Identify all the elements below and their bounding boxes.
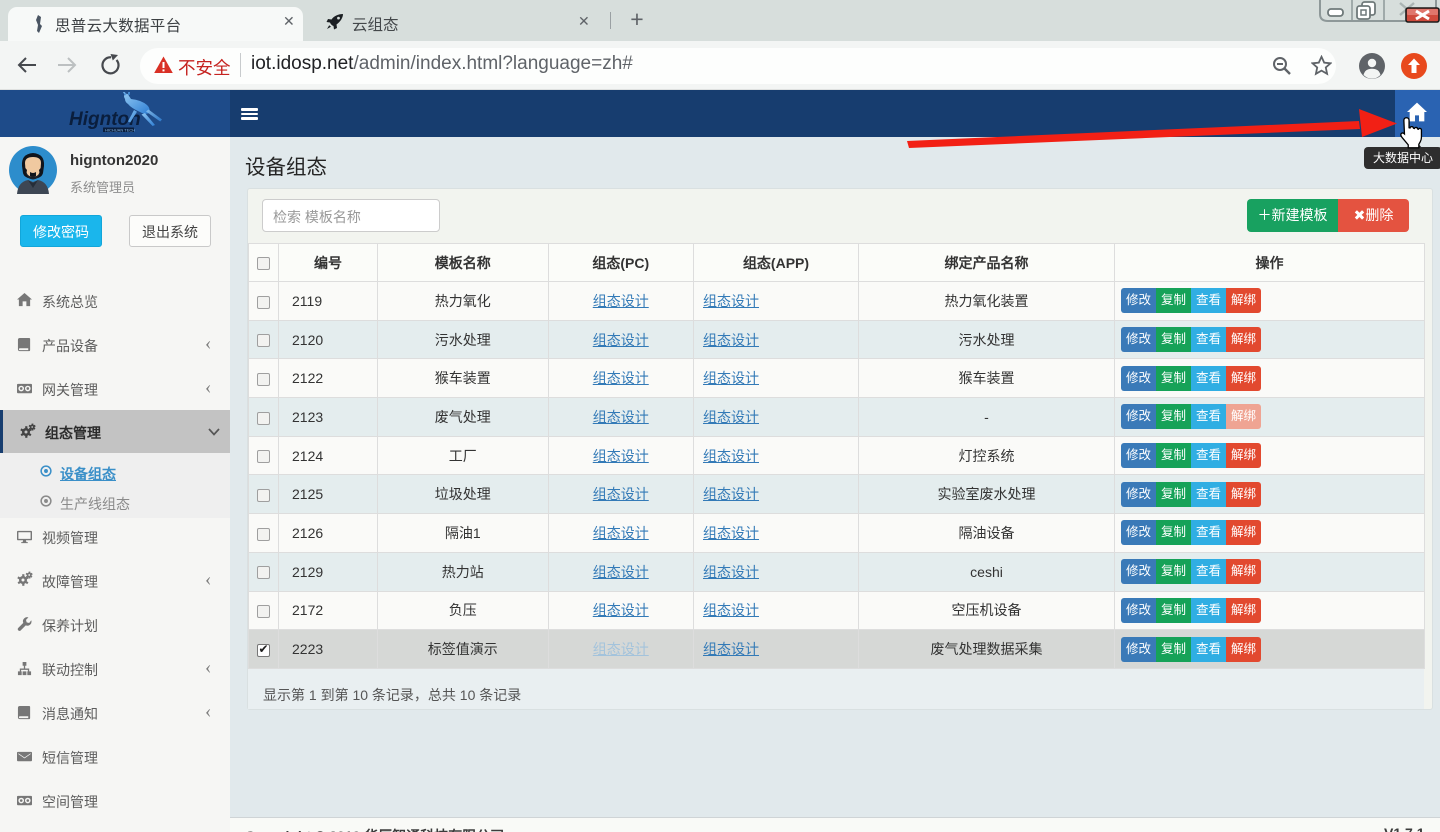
svg-text:HICHUAN TECH: HICHUAN TECH: [105, 128, 135, 133]
